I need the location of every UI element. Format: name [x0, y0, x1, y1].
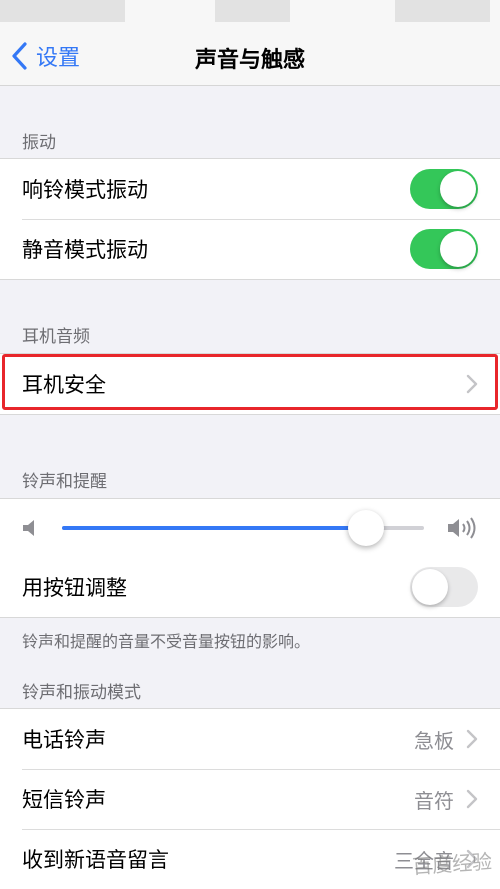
vibrate-on-ring-row: 响铃模式振动 [0, 159, 500, 219]
ringer-group: 用按钮调整 [0, 498, 500, 618]
chevron-right-icon [466, 729, 478, 749]
vibrate-on-ring-label: 响铃模式振动 [22, 178, 148, 202]
headphone-group: 耳机安全 [0, 353, 500, 415]
section-header-ringers-alerts: 铃声和提醒 [22, 472, 107, 492]
vibrate-on-ring-toggle[interactable] [410, 169, 478, 209]
blurred-status-center [215, 0, 290, 22]
toggle-knob [440, 171, 476, 207]
chevron-right-icon [466, 374, 478, 394]
status-bar [0, 0, 500, 28]
toggle-knob [412, 569, 448, 605]
ringtone-value: 急板 [414, 728, 454, 753]
vibration-group: 响铃模式振动 静音模式振动 [0, 158, 500, 280]
chevron-right-icon [466, 789, 478, 809]
section-header-headphone-audio: 耳机音频 [22, 327, 90, 347]
slider-fill [62, 526, 367, 530]
page-title: 声音与触感 [194, 48, 305, 73]
blurred-status-right [395, 0, 490, 22]
change-with-buttons-toggle[interactable] [410, 567, 478, 607]
change-with-buttons-row: 用按钮调整 [0, 557, 500, 617]
ringtone-row[interactable]: 电话铃声 急板 [0, 709, 500, 769]
vibrate-on-silent-label: 静音模式振动 [22, 238, 148, 262]
ringer-footer-note: 铃声和提醒的音量不受音量按钮的影响。 [22, 632, 311, 651]
ringer-volume-row [0, 499, 500, 557]
change-with-buttons-label: 用按钮调整 [22, 576, 127, 600]
section-header-patterns: 铃声和振动模式 [22, 683, 141, 703]
speaker-high-icon [448, 517, 476, 539]
text-tone-value: 音符 [414, 788, 454, 813]
headphone-safety-label: 耳机安全 [22, 373, 106, 397]
text-tone-row[interactable]: 短信铃声 音符 [0, 769, 500, 829]
section-header-vibration: 振动 [22, 133, 56, 153]
navigation-bar: 设置 声音与触感 [0, 28, 500, 86]
blurred-status-left [0, 0, 125, 22]
new-voicemail-label: 收到新语音留言 [22, 848, 169, 872]
slider-thumb[interactable] [348, 510, 385, 546]
vibrate-on-silent-row: 静音模式振动 [0, 219, 500, 279]
text-tone-label: 短信铃声 [22, 788, 106, 812]
ringer-volume-slider[interactable] [62, 510, 424, 546]
ringtone-label: 电话铃声 [22, 728, 106, 752]
headphone-safety-row[interactable]: 耳机安全 [0, 354, 500, 414]
speaker-low-icon [23, 520, 34, 536]
watermark: 百度经验 [411, 849, 493, 879]
vibrate-on-silent-toggle[interactable] [410, 229, 478, 269]
toggle-knob [440, 231, 476, 267]
